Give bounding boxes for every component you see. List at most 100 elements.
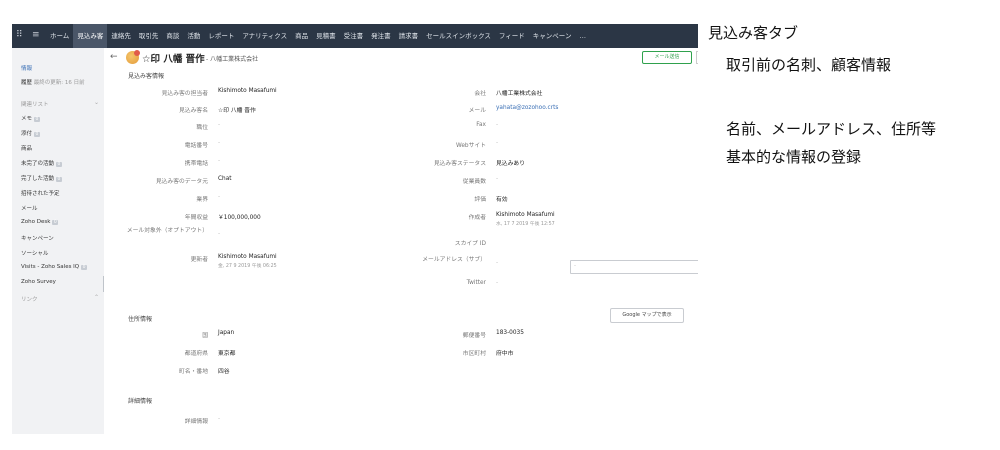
sidebar-links: リンク [21,297,38,303]
sidebar-item[interactable]: 商品 [21,144,32,152]
nav-tab[interactable]: アナリティクス [238,24,291,48]
annotation-line1: 取引前の名刺、顧客情報 [726,56,892,74]
field-value: - [218,158,221,164]
field-label: 見込み客のデータ元 [155,179,208,185]
details-section-title: 詳細情報 [128,398,153,405]
field-value: Kishimoto Masafumi [218,88,277,94]
nav-tab[interactable]: 発注書 [367,24,395,48]
field-value: Chat [218,176,232,182]
field-label: 町名・番地 [179,369,208,375]
sidebar-item-count: 0 [56,162,62,167]
field-label: 業界 [196,197,208,203]
nav-tab[interactable]: … [575,24,590,48]
google-map-button[interactable]: Google マップで表示 [610,308,684,323]
nav-tab[interactable]: 見積書 [312,24,340,48]
field-value: - [218,416,221,422]
nav-tab[interactable]: 商品 [291,24,312,48]
sidebar-item-label: キャンペーン [21,236,54,242]
field-label: 評価 [474,197,486,203]
chevron-down-icon[interactable]: ⌄ [94,99,99,106]
sidebar-item[interactable]: Zoho Desk 0 [21,219,59,225]
lead-info-section-title: 見込み客情報 [128,73,165,80]
sidebar-item-label: 完了した活動 [21,176,55,182]
sidebar-item-label: Visits - Zoho Sales IQ [21,264,80,270]
sidebar-item-count: 0 [56,177,62,182]
apps-grid-icon[interactable]: ⠿ [16,30,23,40]
field-subtext: 水, 17 7 2019 午後 12:57 [496,222,555,227]
field-label: 国 [202,333,208,339]
sidebar-item[interactable]: 添付 0 [21,129,40,137]
nav-tab[interactable]: ホーム [46,24,73,48]
field-label: 従業員数 [462,179,486,185]
sidebar-item[interactable]: Zoho Survey [21,279,56,285]
nav-tab[interactable]: 請求書 [395,24,423,48]
field-label: 郵便番号 [462,333,486,339]
sidebar-item-count: 0 [52,220,59,225]
hamburger-icon[interactable]: ≡ [32,30,40,40]
field-label: 職位 [196,125,208,131]
field-label: 年間収益 [184,215,208,221]
more-actions-button[interactable] [696,51,698,64]
sidebar-item-label: 招待された予定 [21,191,60,197]
sidebar-history[interactable]: 履歴 最終の更新: 16 日前 [21,78,85,86]
sidebar-item-count: 0 [81,265,88,270]
sidebar-item[interactable]: 招待された予定 [21,189,60,197]
nav-tab[interactable]: 見込み客 [73,24,108,48]
field-value: ☆印 八幡 晋作 [218,108,256,114]
field-label: Webサイト [455,143,486,149]
sidebar-item-label: 未完了の活動 [21,161,55,167]
field-value: 東京都 [218,351,236,357]
nav-tab[interactable]: 受注書 [340,24,368,48]
sidebar-item-label: メール [21,206,38,212]
field-label: 詳細情報 [184,419,208,425]
field-value: - [218,231,221,237]
nav-tab[interactable]: キャンペーン [529,24,576,48]
field-label: メール [468,108,486,114]
sidebar-item[interactable]: メール [21,204,38,212]
field-value: - [496,140,499,146]
top-navigation: ⠿ ≡ ホーム 見込み客 連絡先 取引先 商談 活動 レポート アナリティクス 商品 見積書 受注書… [12,24,698,48]
sidebar-item[interactable]: メモ 0 [21,114,40,122]
nav-tab[interactable]: 活動 [183,24,204,48]
sidebar-item[interactable]: 未完了の活動 0 [21,159,62,167]
sidebar-item-label: 添付 [21,131,33,137]
field-label: 見込み客名 [179,108,208,114]
field-value: ￥100,000,000 [218,215,261,221]
field-value: - [218,140,221,146]
sidebar-item-count: 0 [34,117,40,122]
skype-id-input[interactable]: - ✎ [570,260,698,274]
nav-tab[interactable]: 取引先 [135,24,163,48]
send-mail-button[interactable]: メール送信 [642,51,692,64]
field-label: 作成者 [468,215,486,221]
field-subtext: 金, 27 9 2019 午後 06:25 [218,264,277,269]
sidebar-item[interactable]: 完了した活動 0 [21,174,62,182]
sidebar-info[interactable]: 情報 [21,64,32,72]
sidebar-item[interactable]: Visits - Zoho Sales IQ 0 [21,264,88,270]
field-value: - [496,122,499,128]
sidebar-item-label: Zoho Desk [21,219,51,225]
field-label: 電話番号 [184,143,208,149]
nav-tab[interactable]: レポート [204,24,238,48]
skype-id-value: - [574,263,576,269]
field-value: - [218,194,221,200]
arrow-left-icon[interactable]: ← [110,52,118,62]
field-label: 市区町村 [462,351,486,357]
nav-tab[interactable]: セールスインボックス [422,24,495,48]
field-value: - [218,122,221,128]
sidebar-item[interactable]: キャンペーン [21,234,54,242]
field-value: Kishimoto Masafumi [218,254,277,260]
nav-tab[interactable]: 連絡先 [107,24,135,48]
field-label: スカイプ ID [454,241,486,247]
nav-tab[interactable]: フィード [495,24,529,48]
field-label: メール対象外（オプトアウト） [126,228,208,234]
sidebar-item[interactable]: ソーシャル [21,249,48,257]
field-label: メールアドレス（サブ） [422,257,486,263]
field-value: Japan [218,330,235,336]
nav-tab[interactable]: 商談 [162,24,183,48]
sidebar-item-label: メモ [21,116,33,122]
field-value[interactable]: yahata@zozohoo.crts [496,105,558,111]
chevron-up-icon[interactable]: ⌃ [94,294,99,301]
sidebar-item-label: ソーシャル [21,251,49,257]
field-value: Kishimoto Masafumi [496,212,555,218]
field-label: 見込み客の担当者 [161,91,208,97]
